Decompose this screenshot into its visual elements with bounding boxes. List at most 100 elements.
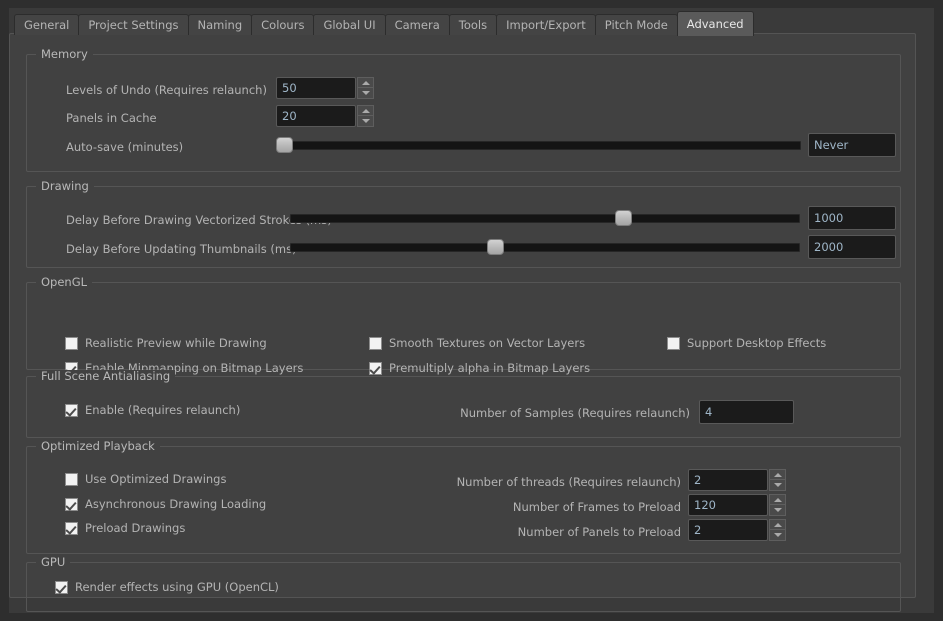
levels-of-undo-label: Levels of Undo (Requires relaunch)	[66, 83, 267, 97]
checkbox-smooth-textures[interactable]: Smooth Textures on Vector Layers	[369, 336, 585, 350]
number-of-samples-input[interactable]: 4	[699, 400, 794, 424]
group-opengl: OpenGL Realistic Preview while Drawing E…	[26, 276, 901, 375]
arrow-up-icon	[773, 472, 782, 477]
advanced-tab-page: Memory Levels of Undo (Requires relaunch…	[9, 33, 916, 612]
group-opengl-title: OpenGL	[36, 276, 93, 289]
number-of-frames-label: Number of Frames to Preload	[512, 500, 681, 514]
checkbox-render-effects-gpu-box[interactable]	[55, 580, 68, 594]
updating-thumbnails-slider-track	[290, 243, 800, 252]
tab-naming[interactable]: Naming	[187, 14, 253, 35]
updating-thumbnails-slider-handle[interactable]	[487, 239, 504, 255]
panels-in-cache-step-up[interactable]	[357, 105, 374, 116]
auto-save-value[interactable]: Never	[808, 133, 896, 157]
vectorized-strokes-slider[interactable]	[290, 207, 800, 229]
group-gpu-title: GPU	[36, 556, 71, 569]
auto-save-slider-handle[interactable]	[276, 137, 293, 153]
checkbox-preload-drawings-box[interactable]	[65, 521, 78, 535]
number-of-frames-step-up[interactable]	[769, 494, 786, 505]
tab-import-export[interactable]: Import/Export	[496, 14, 596, 35]
group-full-scene-antialiasing: Full Scene Antialiasing Enable (Requires…	[26, 370, 901, 438]
arrow-down-icon	[773, 508, 782, 512]
preferences-window: General Project Settings Naming Colours …	[0, 0, 943, 621]
updating-thumbnails-value[interactable]: 2000	[808, 235, 896, 259]
checkbox-use-optimized-drawings-box[interactable]	[65, 472, 78, 486]
checkbox-realistic-preview-label: Realistic Preview while Drawing	[85, 336, 267, 350]
checkbox-render-effects-gpu-label: Render effects using GPU (OpenCL)	[75, 580, 279, 594]
checkbox-premultiply-alpha[interactable]: Premultiply alpha in Bitmap Layers	[369, 361, 590, 375]
number-of-frames-step-down[interactable]	[769, 505, 786, 516]
preferences-tab-bar: General Project Settings Naming Colours …	[14, 11, 754, 36]
checkbox-antialiasing-enable[interactable]: Enable (Requires relaunch)	[65, 403, 240, 417]
checkbox-smooth-textures-label: Smooth Textures on Vector Layers	[389, 336, 586, 350]
tab-pitch-mode[interactable]: Pitch Mode	[594, 14, 678, 35]
number-of-panels-step-down[interactable]	[769, 530, 786, 541]
updating-thumbnails-label: Delay Before Updating Thumbnails (ms)	[66, 242, 297, 256]
number-of-threads-step-down[interactable]	[769, 480, 786, 491]
number-of-panels-step-up[interactable]	[769, 519, 786, 530]
checkbox-support-desktop-effects-label: Support Desktop Effects	[687, 336, 827, 350]
number-of-panels-input[interactable]: 2	[688, 519, 768, 541]
levels-of-undo-step-down[interactable]	[357, 88, 374, 99]
checkbox-antialiasing-enable-box[interactable]	[65, 403, 78, 417]
group-optimized-playback-title: Optimized Playback	[36, 440, 160, 453]
checkbox-render-effects-gpu[interactable]: Render effects using GPU (OpenCL)	[55, 580, 279, 594]
number-of-threads-spinner[interactable]	[769, 469, 786, 491]
checkbox-premultiply-alpha-box[interactable]	[369, 361, 382, 375]
tab-colours[interactable]: Colours	[251, 14, 315, 35]
number-of-frames-spinner[interactable]	[769, 494, 786, 516]
number-of-threads-step-up[interactable]	[769, 469, 786, 480]
vectorized-strokes-slider-track	[290, 214, 800, 223]
panels-in-cache-label: Panels in Cache	[66, 111, 157, 125]
panels-in-cache-spinner[interactable]	[357, 105, 374, 127]
checkbox-smooth-textures-box[interactable]	[369, 336, 382, 350]
checkbox-async-drawing-loading[interactable]: Asynchronous Drawing Loading	[65, 497, 266, 511]
number-of-panels-label: Number of Panels to Preload	[517, 525, 681, 539]
tab-project-settings[interactable]: Project Settings	[78, 14, 189, 35]
group-memory: Memory Levels of Undo (Requires relaunch…	[26, 48, 901, 172]
tab-general[interactable]: General	[14, 14, 80, 35]
number-of-threads-input[interactable]: 2	[688, 469, 768, 491]
checkbox-realistic-preview[interactable]: Realistic Preview while Drawing	[65, 336, 267, 350]
arrow-up-icon	[773, 497, 782, 502]
tab-advanced[interactable]: Advanced	[676, 11, 754, 36]
arrow-up-icon	[361, 80, 370, 85]
number-of-threads-label: Number of threads (Requires relaunch)	[456, 475, 681, 489]
group-optimized-playback: Optimized Playback Use Optimized Drawing…	[26, 440, 901, 554]
checkbox-use-optimized-drawings-label: Use Optimized Drawings	[85, 472, 227, 486]
levels-of-undo-step-up[interactable]	[357, 77, 374, 88]
arrow-down-icon	[361, 119, 370, 123]
arrow-up-icon	[773, 522, 782, 527]
group-drawing: Drawing Delay Before Drawing Vectorized …	[26, 180, 901, 268]
checkbox-use-optimized-drawings[interactable]: Use Optimized Drawings	[65, 472, 226, 486]
checkbox-async-drawing-loading-box[interactable]	[65, 497, 78, 511]
panels-in-cache-step-down[interactable]	[357, 116, 374, 127]
group-antialiasing-title: Full Scene Antialiasing	[36, 370, 176, 383]
auto-save-label: Auto-save (minutes)	[66, 140, 184, 154]
checkbox-antialiasing-enable-label: Enable (Requires relaunch)	[85, 403, 241, 417]
checkbox-support-desktop-effects-box[interactable]	[667, 336, 680, 350]
vectorized-strokes-value[interactable]: 1000	[808, 206, 896, 230]
updating-thumbnails-slider[interactable]	[290, 236, 800, 258]
checkbox-realistic-preview-box[interactable]	[65, 336, 78, 350]
checkbox-support-desktop-effects[interactable]: Support Desktop Effects	[667, 336, 826, 350]
auto-save-slider[interactable]	[276, 134, 801, 156]
panels-in-cache-input[interactable]: 20	[276, 105, 356, 127]
group-gpu: GPU Render effects using GPU (OpenCL)	[26, 556, 901, 612]
tab-global-ui[interactable]: Global UI	[313, 14, 386, 35]
number-of-frames-input[interactable]: 120	[688, 494, 768, 516]
checkbox-async-drawing-loading-label: Asynchronous Drawing Loading	[85, 497, 267, 511]
levels-of-undo-input[interactable]: 50	[276, 77, 356, 99]
levels-of-undo-spinner[interactable]	[357, 77, 374, 99]
arrow-down-icon	[773, 483, 782, 487]
number-of-panels-spinner[interactable]	[769, 519, 786, 541]
checkbox-premultiply-alpha-label: Premultiply alpha in Bitmap Layers	[389, 361, 591, 375]
group-memory-title: Memory	[36, 48, 93, 61]
arrow-up-icon	[361, 108, 370, 113]
number-of-samples-label: Number of Samples (Requires relaunch)	[460, 406, 690, 420]
auto-save-slider-track	[276, 141, 801, 150]
vectorized-strokes-slider-handle[interactable]	[615, 210, 632, 226]
tab-tools[interactable]: Tools	[448, 14, 498, 35]
checkbox-preload-drawings-label: Preload Drawings	[85, 521, 186, 535]
checkbox-preload-drawings[interactable]: Preload Drawings	[65, 521, 185, 535]
tab-camera[interactable]: Camera	[384, 14, 450, 35]
